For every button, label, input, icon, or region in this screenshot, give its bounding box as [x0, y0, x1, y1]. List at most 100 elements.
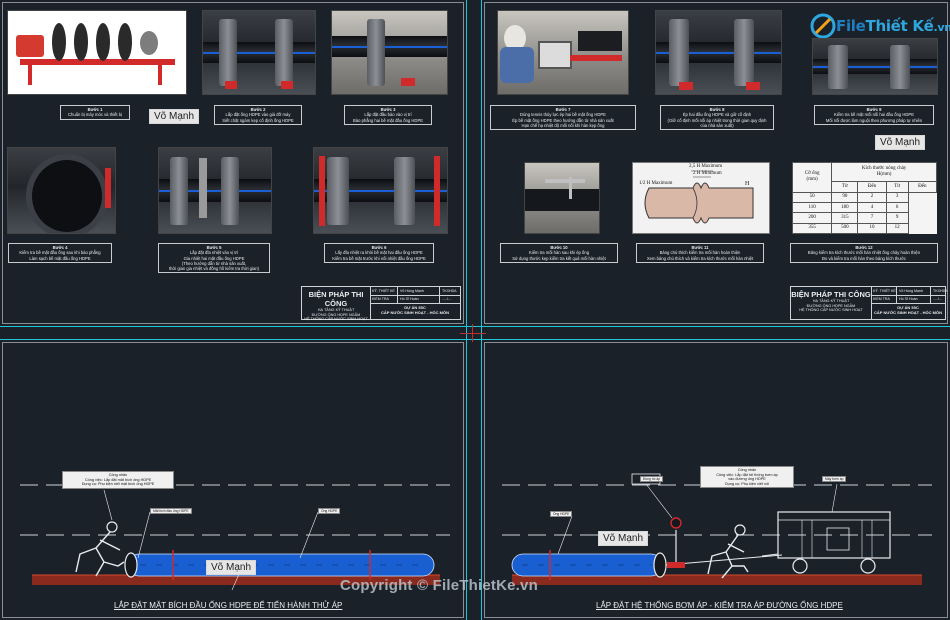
table-header: Kích thước nóng chảy H(mm) — [831, 161, 937, 183]
title-block-main: BIỆN PHÁP THI CÔNG — [308, 290, 364, 308]
bottom-right-title: LẮP ĐẶT HỆ THỐNG BƠM ÁP - KIỂM TRA ÁP ĐƯ… — [596, 601, 843, 610]
caption-text: Lắp đặt đầu bào vào vị trí Bào phẳng hai… — [352, 112, 424, 123]
table-cell: 315 — [831, 212, 859, 224]
filethietke-logo: FileThiết Kế.vn — [810, 11, 950, 41]
table-row: 355 500 10 12 — [791, 222, 937, 235]
caption-text: Lắp đặt đĩa nhiệt vào vị trí Gia nhiệt h… — [169, 250, 259, 272]
photo-step-2 — [202, 10, 316, 95]
weld-label-mid: 2 H Minimum — [693, 171, 722, 176]
caption-text: Bảng kiểm tra kích thước mối hàn nhiệt ố… — [807, 250, 921, 261]
worker-note: Công nhân Công việc: Lắp đặt hệ thống bơ… — [700, 466, 794, 489]
weld-bead-diagram: 2,5 H Maximum 2 H Minimum 1/2 H Maximum … — [632, 162, 770, 234]
copyright-watermark: Copyright © FileThietKe.vn — [340, 577, 538, 594]
table-cell: 7 — [857, 212, 887, 224]
caption-step-10: Bước 10 Kiểm tra mối hàn sau khi ép ống … — [500, 243, 618, 263]
title-block-code: TKXHDA — [442, 289, 457, 293]
table-cell: 110 — [791, 201, 833, 214]
logo-text-suffix: .vn — [933, 21, 950, 34]
caption-text: Dùng tennis thủy lực ép hai bề mặt ống H… — [512, 112, 614, 128]
weld-label-top: 2,5 H Maximum — [689, 164, 723, 169]
brand-label: Võ Mạnh — [875, 135, 926, 150]
title-block-sub: HỆ THỐNG CẤP NƯỚC SINH HOẠT — [799, 308, 863, 313]
table-cell: 9 — [885, 212, 909, 224]
brand-label: Võ Mạnh — [206, 560, 257, 575]
pipe-tag: Ống HDPE — [318, 508, 341, 515]
title-block-main: BIỆN PHÁP THI CÔNG — [791, 290, 871, 299]
table-cell: 180 — [831, 201, 859, 214]
title-block-code: TKXHDA — [933, 289, 948, 293]
title-block-sub: HỆ THỐNG CẤP NƯỚC SINH HOẠT — [304, 317, 368, 322]
photo-step-4 — [7, 147, 116, 234]
logo-text-main: File — [836, 17, 866, 35]
table-subheader: Từ — [885, 181, 909, 193]
title-block-value: Võ Hùng Mạnh — [897, 287, 931, 295]
table-cell: 3 — [885, 191, 909, 203]
weld-label-left: 1/2 H Maximum — [639, 181, 673, 186]
photo-step-7 — [497, 10, 629, 95]
caption-text: Lắp đặt ống HDPE vào giá đỡ máy Siết chặ… — [222, 112, 294, 123]
title-block-code: ...../... — [933, 297, 942, 301]
bottom-left-title: LẮP ĐẶT MẶT BÍCH ĐẦU ỐNG HDPE ĐỂ TIẾN HÀ… — [114, 601, 343, 610]
caption-text: Kiểm tra bề mặt mối nối hai đầu ống HDPE… — [825, 112, 923, 123]
photo-step-9 — [812, 38, 938, 95]
caption-step-9: Bước 9 Kiểm tra bề mặt mối nối hai đầu ố… — [814, 105, 934, 125]
caption-text: Lấy đĩa nhiệt ra khỏi bề mặt hai đầu ống… — [332, 250, 426, 261]
caption-step-2: Bước 2 Lắp đặt ống HDPE vào giá đỡ máy S… — [214, 105, 302, 125]
title-block-label: KỸ. THIẾT KẾ — [370, 287, 398, 295]
table-cell: 10 — [857, 222, 887, 235]
caption-text: Bảng chú thích kiểm tra mối hàn hoàn thi… — [646, 250, 754, 261]
photo-step-6 — [313, 147, 448, 234]
title-block-value: Hồ Sĩ Hoàn — [398, 295, 440, 303]
table-cell: 6 — [885, 201, 909, 214]
table-header: Cỡ ống (mm) — [791, 162, 833, 193]
logo-icon — [810, 13, 836, 39]
table-cell: 200 — [791, 212, 833, 224]
caption-step-8: Bước 8 Ép hai đầu ống HDPE và giữ cố địn… — [660, 105, 774, 131]
caption-text: Kiểm tra mối hàn sau khi ép ống Sử dụng … — [512, 250, 606, 261]
photo-step-1 — [7, 10, 187, 95]
divider-vertical — [466, 0, 467, 620]
flange-tag: Mặt bích đầu ống HDPE — [150, 508, 192, 515]
gauge-tag: Đồng hồ áp — [640, 476, 664, 483]
caption-text: Kiểm tra bề mặt đầu ống sau khi bào phẳn… — [19, 250, 101, 261]
pipe-tag: Ống HDPE — [550, 511, 573, 518]
title-block-code: ...../... — [442, 297, 451, 301]
table-cell: 50 — [791, 191, 833, 203]
table-cell: 355 — [791, 222, 833, 235]
caption-step-7: Bước 7 Dùng tennis thủy lực ép hai bề mặ… — [490, 105, 636, 131]
table-cell: 90 — [831, 191, 859, 203]
title-block-project: CẤP NƯỚC SINH HOẠT - HÓC MÔN — [381, 310, 449, 315]
brand-label: Võ Mạnh — [149, 109, 200, 124]
title-block-value: Hồ Sĩ Hoàn — [897, 295, 931, 303]
table-cell: 12 — [885, 222, 909, 235]
photo-step-3 — [331, 10, 448, 95]
caption-step-11: Bước 11 Bảng chú thích kiểm tra mối hàn … — [636, 243, 764, 263]
photo-step-10 — [524, 162, 600, 234]
table-cell: 500 — [831, 222, 859, 235]
caption-step-6: Bước 6 Lấy đĩa nhiệt ra khỏi bề mặt hai … — [324, 243, 434, 263]
title-block-label: KIỂM TRA — [370, 295, 398, 303]
caption-step-4: Bước 4 Kiểm tra bề mặt đầu ống sau khi b… — [8, 243, 112, 263]
table-row: 200 315 7 9 — [791, 212, 937, 224]
title-block-label: KIỂM TRA — [871, 295, 897, 303]
title-block-value: Võ Hùng Mạnh — [398, 287, 440, 295]
weld-size-table: Cỡ ống (mm) Kích thước nóng chảy H(mm) T… — [791, 161, 938, 235]
table-row: 50 90 2 3 — [791, 191, 937, 203]
photo-step-8 — [655, 10, 782, 95]
photo-step-5 — [158, 147, 272, 234]
title-block-project: CẤP NƯỚC SINH HOẠT - HÓC MÔN — [874, 310, 942, 315]
brand-label: Võ Mạnh — [598, 531, 649, 546]
weld-label-right: H — [745, 181, 750, 187]
table-subheader: Từ — [831, 181, 859, 193]
worker-note: Công nhân Công việc: Lắp đặt mặt bích ốn… — [62, 471, 174, 489]
table-row: 110 180 4 6 — [791, 201, 937, 214]
caption-text: Chuẩn bị máy móc và thiết bị — [68, 112, 122, 118]
divider-horizontal — [0, 326, 950, 327]
caption-text: Ép hai đầu ống HDPE và giữ cố định (Giữ … — [667, 112, 767, 128]
table-cell: 2 — [857, 191, 887, 203]
title-block-label: KỸ. THIẾT KẾ — [873, 287, 897, 295]
center-cross-mark — [460, 324, 486, 342]
table-subheader: Đến — [907, 181, 938, 193]
pump-tag: Máy bơm áp — [822, 476, 847, 483]
caption-step-3: Bước 3 Lắp đặt đầu bào vào vị trí Bào ph… — [344, 105, 432, 125]
